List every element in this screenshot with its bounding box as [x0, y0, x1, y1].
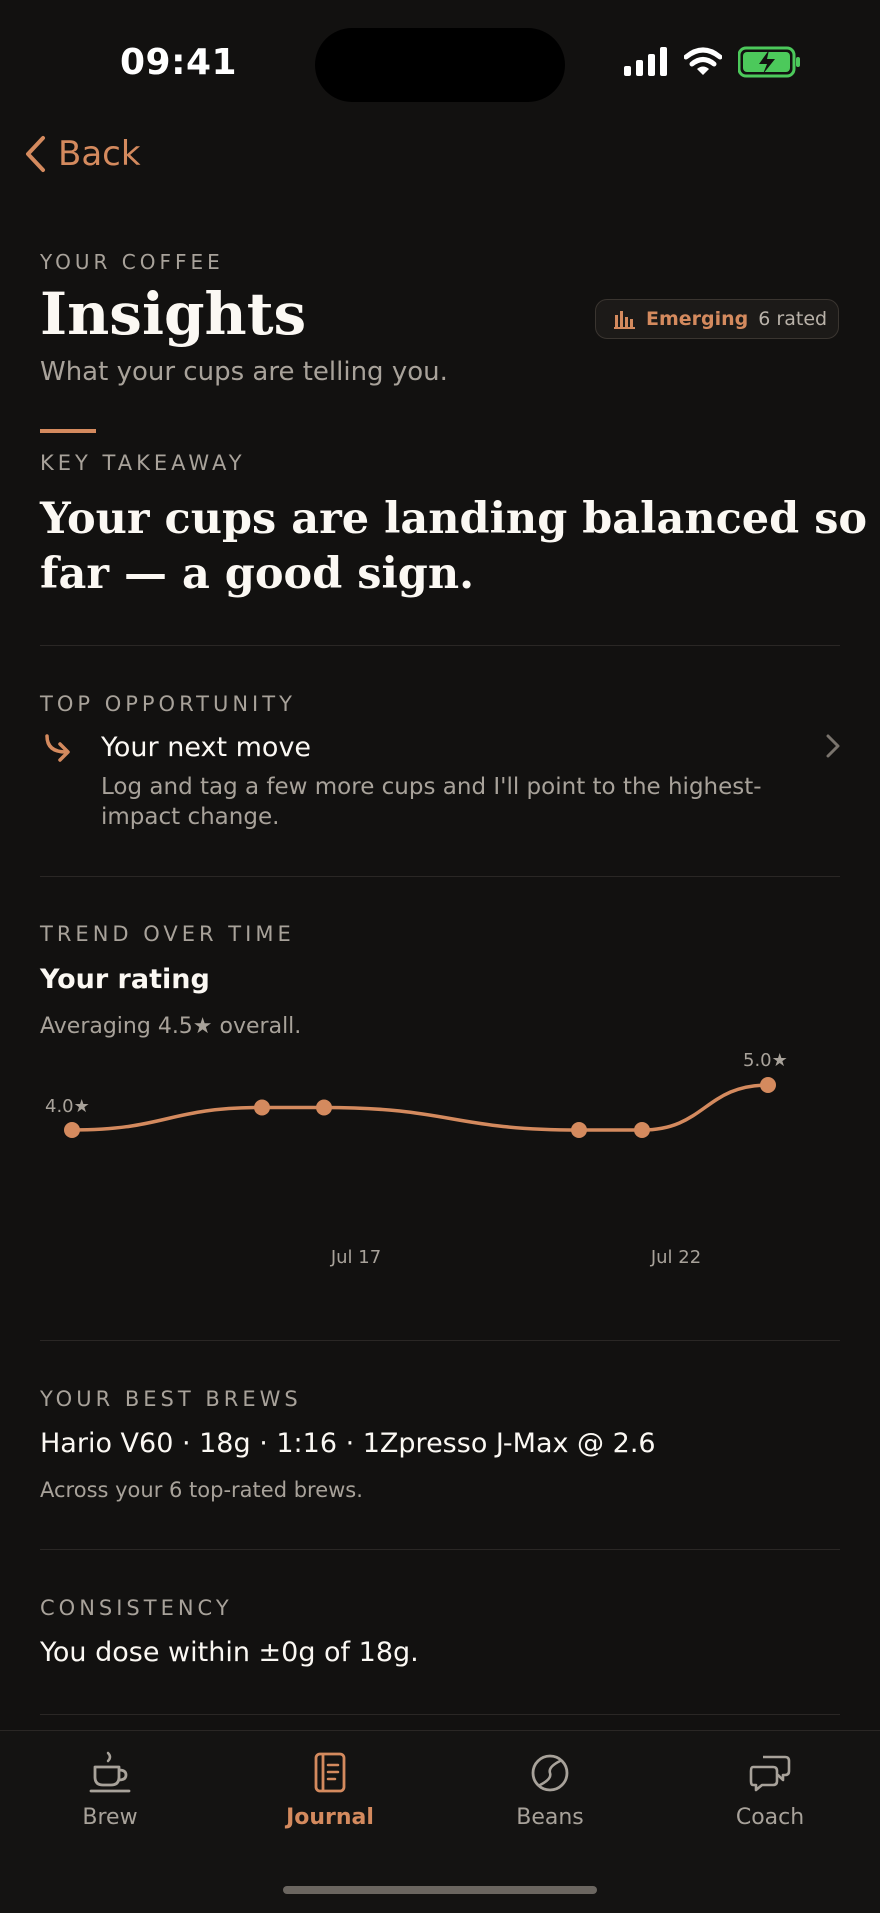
x-tick-label: Jul 17 [330, 1247, 381, 1268]
chevron-left-icon [26, 136, 45, 172]
page-subtitle: What your cups are telling you. [40, 357, 448, 387]
divider [40, 645, 840, 646]
confidence-badge: Emerging 6 rated [595, 299, 839, 339]
accent-rule [40, 429, 96, 433]
rating-trend-chart: 4.0★ 5.0★ Jul 17 Jul 22 [45, 1050, 788, 1268]
tab-coach[interactable]: Coach [690, 1751, 850, 1830]
dynamic-island [315, 28, 565, 102]
opportunity-title: Your next move [101, 732, 312, 763]
x-tick-label: Jul 22 [650, 1247, 701, 1268]
cup-icon [89, 1751, 131, 1793]
opportunity-body-line-1: Log and tag a few more cups and I'll poi… [101, 774, 762, 800]
takeaway-line-1: Your cups are landing balanced so [40, 494, 868, 544]
trend-subtitle: Averaging 4.5★ overall. [40, 1014, 302, 1039]
home-indicator [283, 1886, 597, 1894]
wifi-icon [684, 47, 722, 75]
bean-icon [531, 1754, 569, 1792]
page-title: Insights [40, 280, 307, 348]
tab-label: Journal [286, 1805, 374, 1830]
badge-count: 6 rated [758, 308, 828, 330]
opportunity-card[interactable]: Your next move Log and tag a few more cu… [40, 724, 840, 844]
tab-label: Brew [82, 1805, 138, 1830]
back-button[interactable]: Back [24, 134, 141, 174]
status-bar: 09:41 [0, 0, 880, 130]
back-label: Back [58, 134, 141, 174]
divider [40, 876, 840, 877]
bar-chart-icon [614, 311, 635, 329]
tab-label: Beans [516, 1805, 584, 1830]
opportunity-eyebrow: TOP OPPORTUNITY [40, 692, 296, 716]
rating-trend-line [70, 1083, 770, 1132]
rating-points [64, 1077, 776, 1138]
consistency-text: You dose within ±0g of 18g. [40, 1637, 419, 1668]
chat-icon [749, 1755, 791, 1792]
tab-beans[interactable]: Beans [470, 1751, 630, 1830]
best-brew-recipe: Hario V60 · 18g · 1:16 · 1Zpresso J-Max … [40, 1428, 656, 1459]
tab-label: Coach [735, 1805, 805, 1830]
rating-point [571, 1122, 587, 1138]
signal-icon [624, 47, 667, 76]
opportunity-body-line-2: impact change. [101, 804, 280, 830]
point-label-end: 5.0★ [743, 1050, 788, 1071]
rating-point [634, 1122, 650, 1138]
battery-charging-icon [738, 46, 800, 78]
header-eyebrow: YOUR COFFEE [40, 250, 224, 274]
clock: 09:41 [120, 42, 238, 83]
consistency-eyebrow: CONSISTENCY [40, 1596, 233, 1620]
point-label-start: 4.0★ [45, 1096, 90, 1117]
rating-point [316, 1099, 332, 1116]
badge-level: Emerging [646, 308, 749, 330]
rating-point [64, 1122, 80, 1138]
divider [40, 1340, 840, 1341]
chevron-right-icon [826, 734, 840, 758]
takeaway-eyebrow: KEY TAKEAWAY [40, 451, 246, 475]
journal-icon [314, 1752, 346, 1793]
best-brew-note: Across your 6 top-rated brews. [40, 1478, 363, 1502]
divider [40, 1714, 840, 1715]
turn-arrow-icon [45, 734, 70, 762]
rating-point [254, 1099, 270, 1116]
tab-brew[interactable]: Brew [30, 1751, 190, 1830]
divider [40, 1549, 840, 1550]
best-brews-eyebrow: YOUR BEST BREWS [40, 1387, 302, 1411]
tab-journal[interactable]: Journal [250, 1751, 410, 1830]
trend-title: Your rating [40, 964, 210, 995]
trend-eyebrow: TREND OVER TIME [40, 922, 295, 946]
status-icons [624, 46, 802, 78]
takeaway-line-2: far — a good sign. [40, 549, 475, 599]
rating-point [760, 1077, 776, 1093]
